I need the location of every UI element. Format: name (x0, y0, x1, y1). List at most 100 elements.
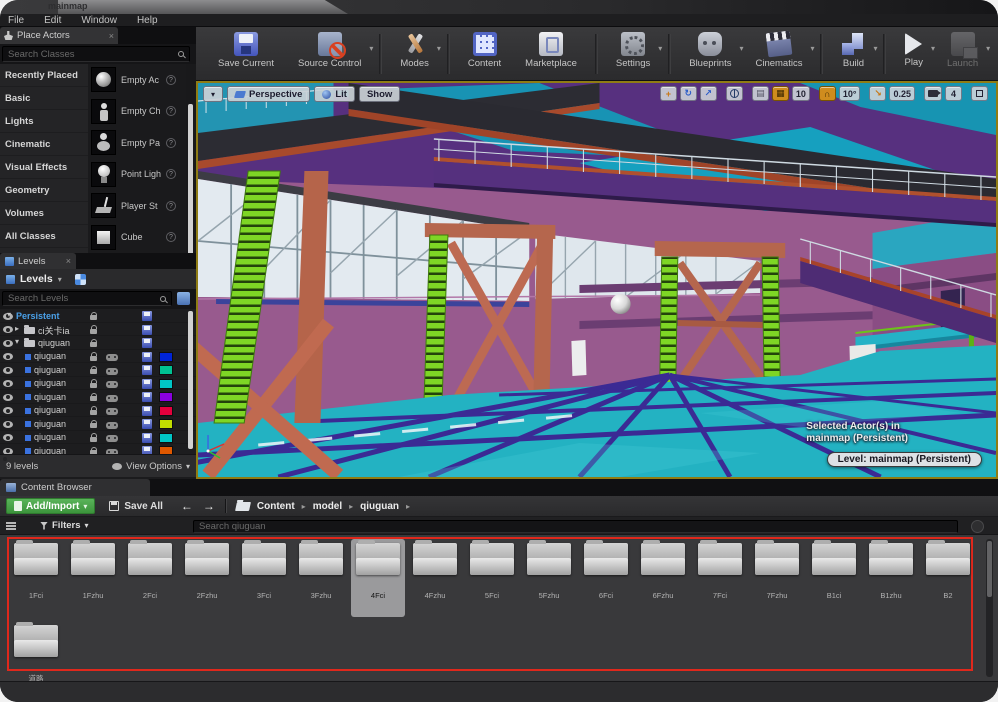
visibility-eye-icon[interactable] (3, 340, 13, 347)
visibility-eye-icon[interactable] (3, 367, 13, 374)
gamepad-icon[interactable] (106, 368, 118, 375)
filters-button[interactable]: Filters ▾ (40, 520, 89, 531)
viewport-options-button[interactable]: ▾ (203, 86, 223, 102)
tab-levels[interactable]: Levels × (0, 253, 76, 269)
lock-icon[interactable] (90, 437, 97, 442)
save-level-icon[interactable] (142, 406, 152, 416)
new-level-icon[interactable] (177, 292, 190, 305)
visibility-eye-icon[interactable] (3, 326, 13, 333)
tab-place-actors[interactable]: Place Actors × (0, 27, 118, 44)
current-level-badge[interactable]: Level: mainmap (Persistent) (827, 452, 982, 467)
perspective-button[interactable]: Perspective (227, 86, 310, 102)
scale-tool-button[interactable]: ↗ (700, 86, 717, 101)
breadcrumb-qiuguan[interactable]: qiuguan (360, 501, 399, 512)
close-icon[interactable]: × (109, 31, 114, 41)
level-row-9[interactable]: qiuguan (0, 431, 196, 445)
world-local-toggle[interactable] (726, 86, 743, 101)
menu-item-file[interactable]: File (8, 15, 24, 26)
expand-arrow[interactable]: ▾ (7, 310, 11, 319)
search-classes-input[interactable]: Search Classes (2, 46, 190, 62)
place-actor-item-player-st[interactable]: Player St? (88, 190, 186, 222)
visibility-eye-icon[interactable] (3, 421, 13, 428)
level-row-10[interactable]: qiuguan (0, 444, 196, 454)
category-basic[interactable]: Basic (0, 87, 88, 110)
level-color-chip[interactable] (159, 419, 173, 429)
folder-5Fzhu[interactable]: 5Fzhu (522, 539, 576, 617)
launch-button[interactable]: ▾Launch (935, 30, 990, 78)
menu-item-window[interactable]: Window (81, 15, 117, 26)
level-row-1[interactable]: ▸ci关卡ia (0, 323, 196, 337)
lock-icon[interactable] (90, 423, 97, 428)
lock-icon[interactable] (90, 342, 97, 347)
lock-icon[interactable] (90, 356, 97, 361)
save-level-icon[interactable] (142, 446, 152, 454)
breadcrumb-content[interactable]: Content (257, 501, 295, 512)
save-level-icon[interactable] (142, 433, 152, 443)
level-row-3[interactable]: qiuguan (0, 350, 196, 364)
lock-icon[interactable] (90, 369, 97, 374)
search-levels-input[interactable]: Search Levels (2, 291, 172, 306)
view-options-button[interactable]: View Options ▾ (112, 461, 190, 472)
scale-snap-button[interactable]: ↘ (869, 86, 886, 101)
save-level-icon[interactable] (142, 392, 152, 402)
search-options-icon[interactable] (971, 520, 984, 533)
folder-B1ci[interactable]: B1ci (807, 539, 861, 617)
folder-B2[interactable]: B2 (921, 539, 975, 617)
scale-snap-value[interactable]: 0.25 (889, 86, 915, 101)
save-level-icon[interactable] (142, 379, 152, 389)
back-arrow-icon[interactable]: ← (181, 499, 193, 513)
grid-snap-value[interactable]: 10 (792, 86, 810, 101)
folder-6Fzhu[interactable]: 6Fzhu (636, 539, 690, 617)
view-list-icon[interactable] (6, 522, 16, 530)
modes-button[interactable]: ▾Modes (388, 30, 441, 78)
save-current-button[interactable]: Save Current (206, 30, 286, 78)
level-color-chip[interactable] (159, 365, 173, 375)
level-color-chip[interactable] (159, 352, 173, 362)
maximize-viewport-button[interactable] (971, 86, 988, 101)
save-all-button[interactable]: Save All (109, 501, 163, 512)
gamepad-icon[interactable] (106, 395, 118, 402)
grid-snap-button[interactable]: ▦ (772, 86, 789, 101)
level-color-chip[interactable] (159, 446, 173, 454)
lit-button[interactable]: Lit (314, 86, 355, 102)
level-color-chip[interactable] (159, 406, 173, 416)
place-actors-scrollbar[interactable] (188, 104, 193, 264)
expand-arrow[interactable]: ▸ (15, 324, 19, 333)
save-level-icon[interactable] (142, 325, 152, 335)
save-level-icon[interactable] (142, 352, 152, 362)
place-actor-item-empty-pa[interactable]: Empty Pa? (88, 127, 186, 159)
content-button[interactable]: Content (456, 30, 513, 78)
surface-snap-button[interactable]: ▤ (752, 86, 769, 101)
folder-3Fci[interactable]: 3Fci (237, 539, 291, 617)
folder-2Fzhu[interactable]: 2Fzhu (180, 539, 234, 617)
category-visual-effects[interactable]: Visual Effects (0, 156, 88, 179)
place-actor-item-empty-ch[interactable]: Empty Ch? (88, 96, 186, 128)
category-cinematic[interactable]: Cinematic (0, 133, 88, 156)
visibility-eye-icon[interactable] (3, 380, 13, 387)
visibility-eye-icon[interactable] (3, 353, 13, 360)
angle-snap-value[interactable]: 10° (839, 86, 861, 101)
lock-icon[interactable] (90, 315, 97, 320)
folder-7Fci[interactable]: 7Fci (693, 539, 747, 617)
visibility-eye-icon[interactable] (3, 394, 13, 401)
show-button[interactable]: Show (359, 86, 400, 102)
place-actor-item-cube[interactable]: Cube? (88, 222, 186, 254)
folder-7Fzhu[interactable]: 7Fzhu (750, 539, 804, 617)
levels-extra-icon[interactable] (75, 274, 86, 285)
place-actor-item-point-ligh[interactable]: Point Ligh? (88, 159, 186, 191)
folder-3Fzhu[interactable]: 3Fzhu (294, 539, 348, 617)
menu-item-help[interactable]: Help (137, 15, 158, 26)
level-row-2[interactable]: ▾qiuguan (0, 336, 196, 350)
category-volumes[interactable]: Volumes (0, 202, 88, 225)
gamepad-icon[interactable] (106, 354, 118, 361)
search-assets-input[interactable]: Search qiuguan (193, 520, 958, 533)
save-level-icon[interactable] (142, 419, 152, 429)
level-color-chip[interactable] (159, 379, 173, 389)
place-actor-item-empty-ac[interactable]: Empty Ac? (88, 64, 186, 96)
level-row-6[interactable]: qiuguan (0, 390, 196, 404)
folder-B1zhu[interactable]: B1zhu (864, 539, 918, 617)
folder-2Fci[interactable]: 2Fci (123, 539, 177, 617)
forward-arrow-icon[interactable]: → (203, 499, 215, 513)
folder-1Fci[interactable]: 1Fci (9, 539, 63, 617)
cinematics-button[interactable]: ▾Cinematics (743, 30, 814, 78)
